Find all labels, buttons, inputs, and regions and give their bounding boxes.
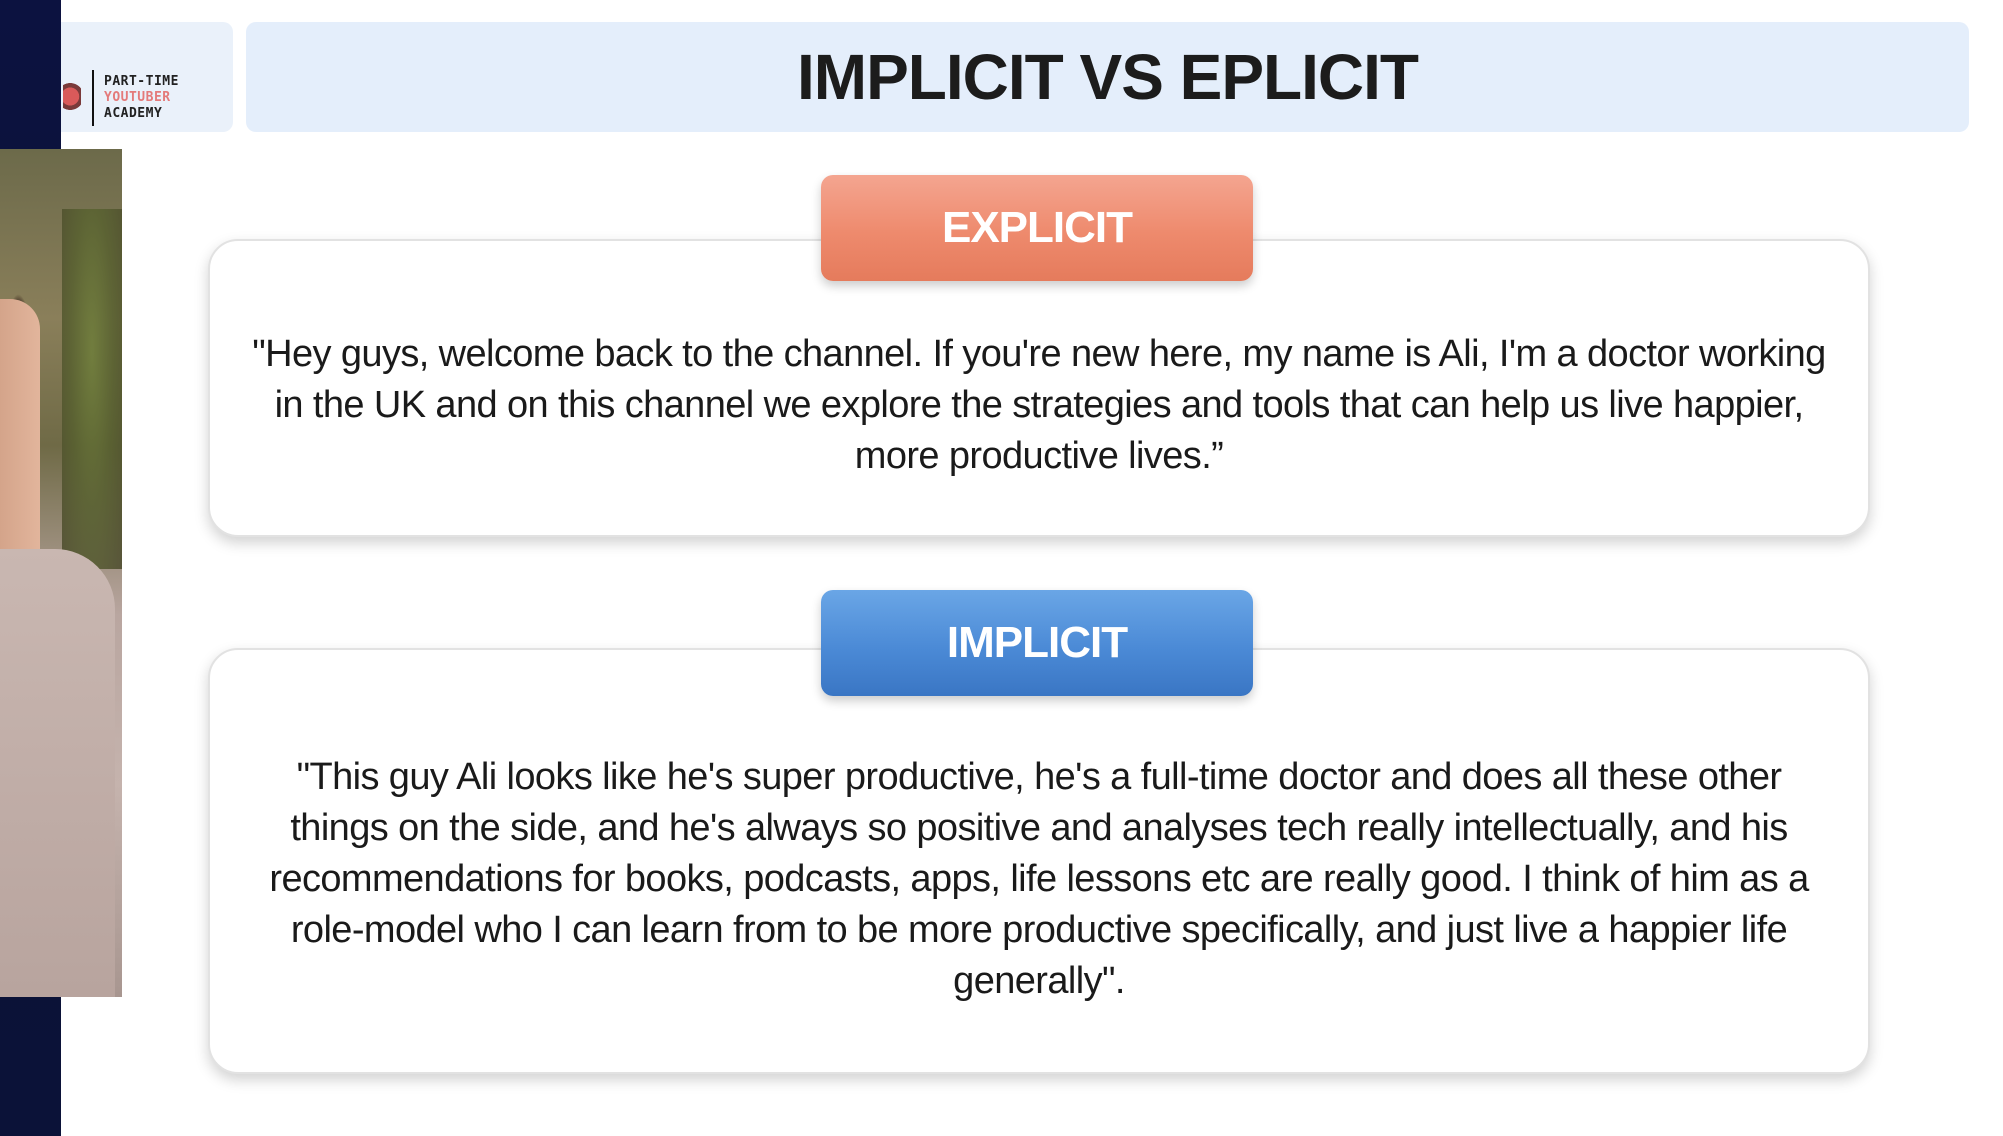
explicit-label: EXPLICIT	[821, 175, 1253, 281]
title-bar: IMPLICIT VS EPLICIT	[246, 22, 1969, 132]
logo-mark-icon	[63, 74, 81, 124]
explicit-quote: "Hey guys, welcome back to the channel. …	[252, 333, 1826, 477]
logo-line-2: YOUTUBER	[104, 90, 171, 105]
speaker-shirt	[0, 549, 115, 997]
video-background-plant	[62, 209, 122, 569]
presentation-slide: PART-TIME YOUTUBER ACADEMY IMPLICIT VS E…	[61, 0, 2003, 1136]
explicit-card: "Hey guys, welcome back to the channel. …	[208, 239, 1870, 537]
academy-logo: PART-TIME YOUTUBER ACADEMY	[61, 22, 233, 132]
slide-title: IMPLICIT VS EPLICIT	[796, 41, 1419, 113]
implicit-label: IMPLICIT	[821, 590, 1253, 696]
implicit-card: "This guy Ali looks like he's super prod…	[208, 648, 1870, 1074]
logo-text: PART-TIME YOUTUBER ACADEMY	[104, 74, 179, 122]
logo-divider	[92, 70, 94, 126]
logo-line-3: ACADEMY	[104, 106, 163, 121]
implicit-quote: "This guy Ali looks like he's super prod…	[269, 756, 1809, 1002]
logo-line-1: PART-TIME	[104, 74, 179, 89]
speaker-video-feed	[0, 149, 122, 997]
